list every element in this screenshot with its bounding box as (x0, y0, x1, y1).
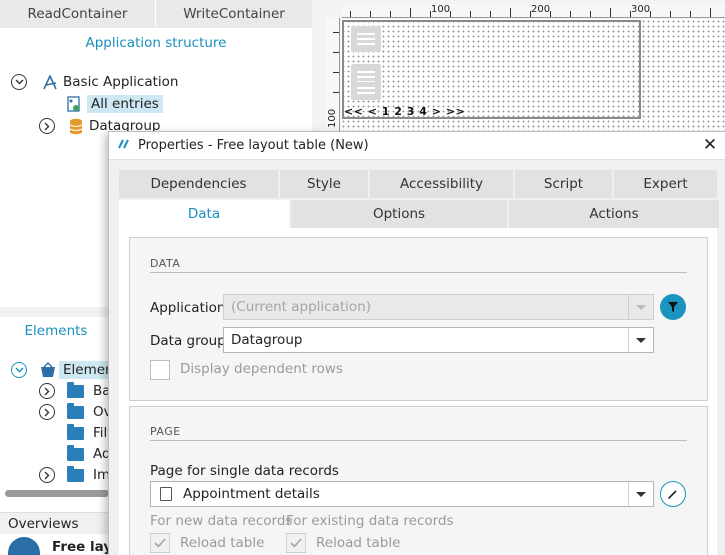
checkmark-icon (154, 538, 166, 548)
collapse-chevron-icon[interactable] (11, 74, 27, 90)
tab-row-top: Dependencies Style Accessibility Script … (119, 170, 717, 198)
chevron-down-icon[interactable] (628, 295, 653, 319)
dialog-title: Properties - Free layout table (New) (138, 138, 369, 153)
properties-icon (118, 138, 130, 153)
filter-button[interactable] (660, 294, 686, 320)
datagroup-value: Datagroup (231, 332, 303, 348)
tab-write-container[interactable]: WriteContainer (156, 0, 312, 28)
properties-dialog: Properties - Free layout table (New) ✕ D… (108, 131, 725, 555)
page-section: PAGE Page for single data records Appoin… (129, 406, 708, 555)
display-dependent-rows-checkbox[interactable] (150, 360, 170, 380)
section-title: PAGE (150, 425, 181, 438)
data-section: DATA Application (Current application) D… (129, 237, 708, 401)
table-pager[interactable]: << < 1 2 3 4 > >> (344, 105, 465, 118)
tree-item-folder[interactable]: Im (39, 465, 110, 485)
pencil-icon (668, 490, 677, 499)
application-value: (Current application) (231, 299, 371, 315)
datagroup-label: Data group (150, 333, 226, 349)
tab-actions[interactable]: Actions (509, 200, 719, 228)
tree-label: Basic Application (63, 74, 179, 90)
application-select[interactable]: (Current application) (223, 294, 654, 320)
tree-item-elements[interactable]: Elemen (11, 360, 118, 380)
checkmark-icon (290, 538, 302, 548)
tree-item-all-entries[interactable]: All entries (66, 94, 163, 114)
page-value: Appointment details (183, 486, 320, 502)
expand-chevron-icon[interactable] (39, 404, 55, 420)
tree-item-folder[interactable]: Ad (67, 444, 111, 464)
ruler-label: 300 (631, 4, 651, 15)
tab-style[interactable]: Style (280, 170, 370, 198)
reload-existing-checkbox[interactable] (286, 533, 306, 553)
ruler-label: 200 (531, 4, 551, 15)
ruler-label: 100 (327, 108, 338, 128)
page-select[interactable]: Appointment details (150, 481, 654, 507)
chevron-down-icon[interactable] (628, 482, 653, 506)
dialog-titlebar[interactable]: Properties - Free layout table (New) ✕ (109, 132, 725, 160)
single-records-label: Page for single data records (150, 463, 339, 479)
page-icon (160, 487, 172, 501)
reload-new-label: Reload table (180, 535, 265, 551)
entries-icon (66, 95, 84, 113)
tree-label: All entries (87, 95, 163, 113)
tab-script[interactable]: Script (515, 170, 614, 198)
tab-read-container[interactable]: ReadContainer (0, 0, 156, 28)
overviews-label: Overviews (8, 515, 79, 532)
record-placeholder-icon (351, 26, 381, 52)
tree-item-folder[interactable]: Filt (67, 423, 113, 443)
collapse-chevron-icon[interactable] (11, 362, 27, 378)
expand-chevron-icon[interactable] (39, 383, 55, 399)
application-structure-title: Application structure (85, 35, 227, 51)
close-icon[interactable]: ✕ (701, 135, 719, 155)
expand-chevron-icon[interactable] (39, 118, 55, 134)
tab-row-bottom: Data Options Actions (119, 200, 719, 228)
expand-chevron-icon[interactable] (39, 467, 55, 483)
tab-options[interactable]: Options (291, 200, 509, 228)
tab-accessibility[interactable]: Accessibility (370, 170, 515, 198)
section-title: DATA (150, 257, 181, 270)
vertical-ruler: 100 (326, 18, 340, 133)
record-placeholder-icon (351, 82, 381, 100)
elements-title: Elements (24, 323, 88, 339)
horizontal-scrollbar[interactable] (5, 490, 109, 497)
for-new-label: For new data records (150, 513, 293, 529)
folder-icon (67, 381, 84, 398)
filter-icon (668, 302, 678, 312)
datagroup-select[interactable]: Datagroup (223, 327, 654, 353)
ruler-label: 100 (431, 4, 451, 15)
reload-new-checkbox[interactable] (150, 533, 170, 553)
display-dependent-rows-label: Display dependent rows (180, 361, 343, 377)
tab-data[interactable]: Data (119, 200, 291, 228)
folder-icon (67, 465, 84, 482)
reload-existing-label: Reload table (316, 535, 401, 551)
overview-item-icon (8, 537, 40, 555)
tab-content: DATA Application (Current application) D… (119, 228, 717, 555)
application-label: Application (150, 300, 226, 316)
chevron-down-icon[interactable] (628, 328, 653, 352)
horizontal-ruler: 100 200 300 (342, 4, 725, 18)
application-icon (41, 73, 59, 91)
tab-dependencies[interactable]: Dependencies (119, 170, 280, 198)
elements-basket-icon (39, 361, 57, 379)
folder-icon (67, 444, 84, 461)
tree-item-basic-application[interactable]: Basic Application (11, 72, 178, 92)
edit-page-button[interactable] (660, 481, 686, 507)
folder-icon (67, 402, 84, 419)
container-tabs: ReadContainer WriteContainer (0, 0, 312, 28)
folder-icon (67, 423, 84, 440)
tree-item-folder[interactable]: Ov (39, 402, 112, 422)
for-existing-label: For existing data records (286, 513, 454, 529)
tab-expert[interactable]: Expert (614, 170, 717, 198)
database-icon (67, 117, 85, 135)
overview-item[interactable]: Free layo (8, 537, 121, 555)
tree-item-folder[interactable]: Ba (39, 381, 111, 401)
